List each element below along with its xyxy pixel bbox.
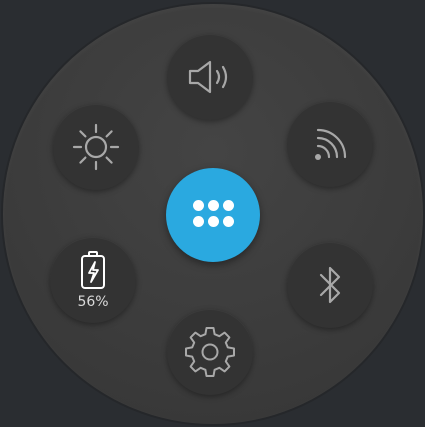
apps-grid-dot <box>208 216 219 227</box>
apps-button[interactable] <box>166 168 260 262</box>
settings-tile[interactable] <box>167 309 253 395</box>
battery-tile[interactable]: 56% <box>50 237 136 323</box>
gear-icon <box>185 327 235 377</box>
apps-grid-dot <box>193 216 204 227</box>
brightness-icon <box>72 123 120 171</box>
battery-charging-icon <box>81 251 105 289</box>
wifi-icon <box>315 128 347 160</box>
brightness-tile[interactable] <box>53 104 139 190</box>
bluetooth-tile[interactable] <box>287 242 373 328</box>
quick-settings-dial: 56% <box>3 4 423 424</box>
volume-icon <box>188 60 228 94</box>
volume-tile[interactable] <box>167 34 253 120</box>
apps-grid-dot <box>208 200 219 211</box>
screen: 56% <box>0 0 425 427</box>
wifi-tile[interactable] <box>287 101 373 187</box>
battery-level-label: 56% <box>77 294 109 310</box>
bluetooth-icon <box>319 266 341 304</box>
apps-grid-icon <box>193 200 235 230</box>
apps-grid-dot <box>193 200 204 211</box>
apps-grid-dot <box>223 216 234 227</box>
apps-grid-dot <box>223 200 234 211</box>
